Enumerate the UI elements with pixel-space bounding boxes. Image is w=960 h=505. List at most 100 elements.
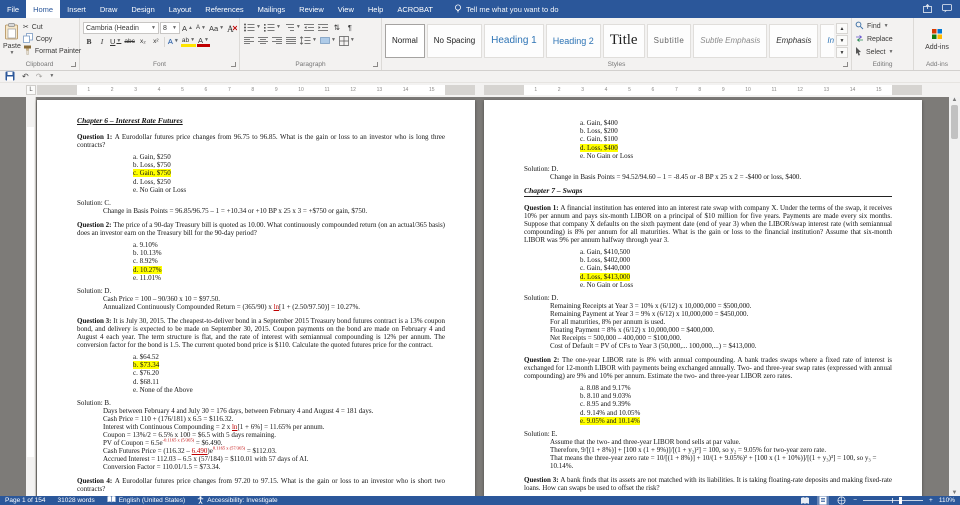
cut-button[interactable]: ✂ Cut — [21, 21, 83, 33]
sort-button[interactable]: ⇅ — [331, 22, 343, 33]
style-title[interactable]: Title — [602, 23, 645, 58]
style-nospacing[interactable]: No Spacing — [426, 23, 483, 58]
replace-button[interactable]: Replace — [855, 34, 893, 46]
ribbon-tab-file[interactable]: File — [0, 0, 26, 18]
read-mode-button[interactable] — [799, 496, 811, 505]
scroll-down-arrow[interactable]: ▼ — [952, 490, 958, 496]
ribbon-tab-insert[interactable]: Insert — [60, 0, 93, 18]
bullets-button[interactable]: ▼ — [243, 22, 262, 33]
text-effects-button[interactable]: A ▼ — [167, 36, 180, 47]
ribbon-tab-layout[interactable]: Layout — [162, 0, 199, 18]
borders-button[interactable]: ▼ — [338, 35, 356, 46]
format-painter-button[interactable]: Format Painter — [21, 45, 83, 57]
tell-me-search[interactable]: Tell me what you want to do — [454, 0, 559, 18]
increase-indent-button[interactable] — [317, 22, 330, 33]
grow-font-button[interactable]: A ▲ — [181, 23, 194, 34]
style-subtle[interactable]: Subtle Emphasis — [693, 23, 768, 58]
ribbon-tab-draw[interactable]: Draw — [93, 0, 125, 18]
superscript-button[interactable]: x² — [150, 36, 162, 47]
find-button[interactable]: Find ▼ — [855, 21, 889, 33]
redo-button[interactable]: ↷ — [36, 72, 43, 81]
shading-button[interactable]: ▼ — [319, 35, 337, 46]
comments-icon[interactable] — [942, 3, 952, 15]
strikethrough-button[interactable]: abc — [123, 36, 135, 47]
highlight-button[interactable]: ab ▼ — [180, 36, 197, 47]
zoom-slider[interactable] — [863, 497, 924, 504]
ribbon-tab-review[interactable]: Review — [292, 0, 331, 18]
paragraph-dialog-launcher[interactable] — [373, 62, 378, 67]
bold-button[interactable]: B — [83, 36, 95, 47]
multilevel-list-button[interactable]: ▼ — [283, 22, 302, 33]
zoom-level[interactable]: 110% — [939, 497, 955, 504]
style-h2[interactable]: Heading 2 — [545, 23, 601, 58]
addins-button[interactable]: Add-ins — [917, 20, 957, 58]
chevron-down-icon: ▼ — [116, 38, 122, 44]
change-case-button[interactable]: Aa ▼ — [208, 23, 225, 34]
style-subtitle[interactable]: Subtitle — [646, 23, 692, 58]
word-count[interactable]: 31028 words — [57, 497, 94, 504]
align-right-button[interactable] — [271, 35, 284, 46]
undo-button[interactable]: ↶ — [22, 72, 29, 81]
align-center-button[interactable] — [257, 35, 270, 46]
font-dialog-launcher[interactable] — [231, 62, 236, 67]
vertical-ruler[interactable] — [26, 97, 36, 496]
font-family-select[interactable]: Cambria (Headin ▼ — [83, 22, 159, 34]
ribbon-tab-acrobat[interactable]: ACROBAT — [390, 0, 440, 18]
align-left-button[interactable] — [243, 35, 256, 46]
select-button[interactable]: Select ▼ — [855, 47, 893, 59]
copy-button[interactable]: Copy — [21, 33, 83, 45]
line-spacing-button[interactable]: ▼ — [299, 35, 318, 46]
horizontal-ruler-right-page[interactable]: 1 2 3 4 5 6 7 8 9 10 11 12 13 14 15 — [484, 85, 922, 95]
numbering-button[interactable]: ▼ — [263, 22, 282, 33]
italic-button[interactable]: I — [96, 36, 108, 47]
web-layout-button[interactable] — [835, 496, 847, 505]
style-emphasis[interactable]: Emphasis — [769, 23, 819, 58]
gallery-up-button[interactable]: ▲ — [836, 23, 848, 34]
style-intense[interactable]: Intense Emphas — [820, 23, 834, 58]
styles-dialog-launcher[interactable] — [843, 62, 848, 67]
document-page-2[interactable]: a. Gain, $400 b. Loss, $200 c. Gain, $100 d… — [484, 100, 922, 496]
document-page-1[interactable]: Chapter 6 – Interest Rate Futures Questio… — [37, 100, 475, 496]
ruler-number: 8 — [698, 87, 702, 93]
save-icon — [5, 71, 15, 80]
zoom-in-button[interactable]: + — [929, 497, 933, 504]
zoom-out-button[interactable]: − — [853, 497, 857, 504]
scrollbar-thumb[interactable] — [951, 105, 958, 139]
share-icon[interactable] — [923, 3, 932, 15]
style-h1[interactable]: Heading 1 — [484, 23, 544, 58]
show-formatting-marks-button[interactable]: ¶ — [344, 22, 356, 33]
proofing-status[interactable]: English (United States) — [107, 496, 185, 505]
justify-button[interactable] — [285, 35, 298, 46]
style-normal[interactable]: Normal — [385, 23, 425, 58]
ribbon-tab-mailings[interactable]: Mailings — [251, 0, 293, 18]
paste-button[interactable]: Paste ▼ — [3, 20, 21, 58]
font-size-select[interactable]: 8 ▼ — [160, 22, 180, 34]
ribbon-tab-references[interactable]: References — [198, 0, 250, 18]
answer-text: b. Loss, $750 — [133, 161, 171, 170]
shrink-font-button[interactable]: A ▼ — [195, 23, 207, 34]
decrease-indent-button[interactable] — [303, 22, 316, 33]
vertical-scrollbar[interactable]: ▲ ▼ — [949, 97, 960, 496]
ribbon-tab-help[interactable]: Help — [361, 0, 390, 18]
tab-stop-selector[interactable]: L — [26, 85, 36, 95]
ribbon-tab-design[interactable]: Design — [124, 0, 161, 18]
ribbon-tab-home[interactable]: Home — [26, 0, 61, 18]
clear-formatting-button[interactable]: A — [226, 23, 238, 34]
page-indicator[interactable]: Page 1 of 154 — [5, 497, 45, 504]
accessibility-status[interactable]: Accessibility: Investigate — [197, 495, 278, 505]
gallery-more-button[interactable]: ▼ — [836, 47, 848, 58]
ribbon-tab-view[interactable]: View — [331, 0, 361, 18]
save-button[interactable] — [5, 71, 15, 83]
customize-qat-button[interactable]: ▼ — [49, 74, 54, 79]
font-color-button[interactable]: A ▼ — [197, 36, 210, 47]
scroll-up-arrow[interactable]: ▲ — [952, 97, 958, 103]
gallery-down-button[interactable]: ▼ — [836, 35, 848, 46]
chevron-down-icon: ▼ — [190, 36, 196, 43]
subscript-button[interactable]: x₂ — [137, 36, 149, 47]
print-layout-button[interactable] — [817, 496, 830, 505]
paintbrush-icon — [23, 45, 32, 57]
zoom-slider-thumb[interactable] — [899, 497, 903, 504]
horizontal-ruler-left-page[interactable]: 1 2 3 4 5 6 7 8 9 10 11 12 13 14 15 — [37, 85, 475, 95]
clipboard-dialog-launcher[interactable] — [71, 62, 76, 67]
underline-button[interactable]: U ▼ — [109, 36, 122, 47]
